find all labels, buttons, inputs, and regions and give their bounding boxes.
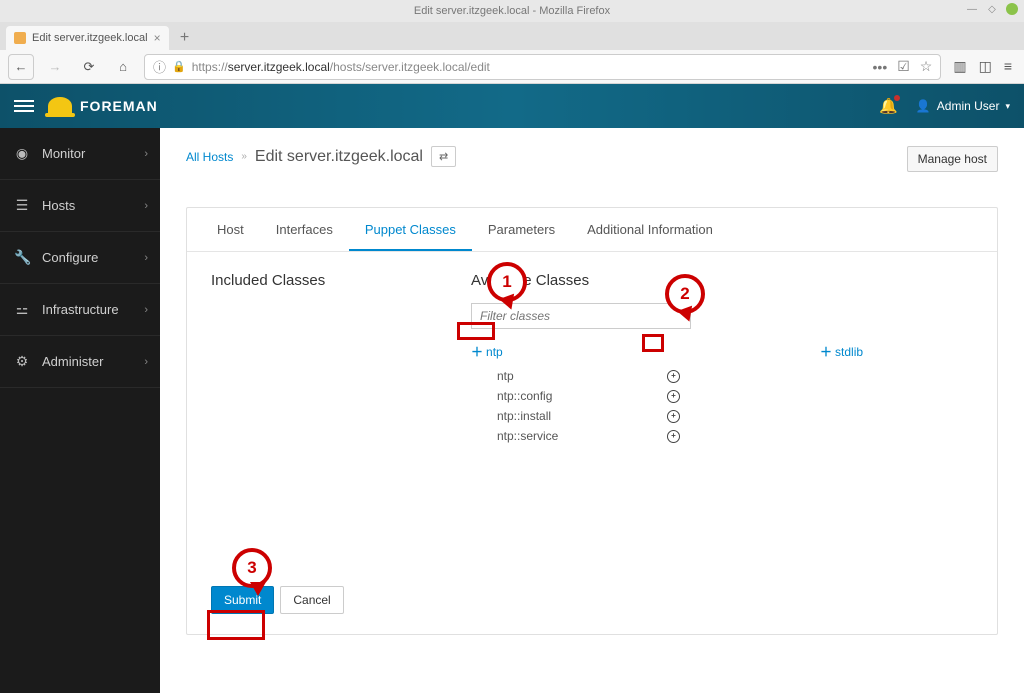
class-group-label: stdlib [835, 345, 863, 359]
subclass-label: ntp [497, 366, 567, 386]
sidebar-toggle-icon[interactable]: ◫ [979, 58, 992, 75]
subclass-label: ntp::config [497, 386, 567, 406]
class-group-ntp: ＋ ntp ntp + ntp::config + [471, 343, 680, 446]
user-menu[interactable]: 👤 Admin User ▾ [916, 99, 1010, 113]
breadcrumb: All Hosts » Edit server.itzgeek.local ⇄ [186, 146, 907, 167]
window-minimize-icon[interactable]: — [966, 3, 978, 15]
sidebar-item-configure[interactable]: 🔧 Configure › [0, 232, 160, 284]
breadcrumb-parent-link[interactable]: All Hosts [186, 150, 233, 164]
subclass-row: ntp::config + [497, 386, 680, 406]
plus-icon: ＋ [471, 343, 483, 360]
subclass-row: ntp + [497, 366, 680, 386]
sidebar-item-label: Hosts [42, 198, 75, 213]
gear-icon: ⚙ [14, 353, 30, 370]
add-class-button[interactable]: + [667, 410, 680, 423]
wrench-icon: 🔧 [14, 249, 30, 266]
tab-additional-info[interactable]: Additional Information [571, 208, 729, 251]
tab-puppet-classes[interactable]: Puppet Classes [349, 208, 472, 251]
plus-icon: ＋ [820, 343, 832, 360]
tabs: Host Interfaces Puppet Classes Parameter… [187, 208, 997, 252]
home-button[interactable]: ⌂ [110, 54, 136, 80]
expand-stdlib-link[interactable]: ＋ stdlib [820, 343, 863, 360]
brand-text: FOREMAN [80, 98, 158, 114]
tab-favicon-icon [14, 32, 26, 44]
tab-interfaces[interactable]: Interfaces [260, 208, 349, 251]
expand-ntp-link[interactable]: ＋ ntp [471, 343, 503, 360]
reload-button[interactable]: ⟳ [76, 54, 102, 80]
chevron-down-icon: ▾ [1005, 101, 1010, 112]
chevron-right-icon: › [144, 356, 148, 368]
tab-title: Edit server.itzgeek.local [32, 32, 148, 44]
manage-host-button[interactable]: Manage host [907, 146, 998, 172]
brand-logo[interactable]: FOREMAN [48, 97, 158, 115]
sidebar-item-label: Monitor [42, 146, 85, 161]
browser-tab[interactable]: Edit server.itzgeek.local × [6, 26, 169, 50]
window-maximize-icon[interactable]: ◇ [986, 3, 998, 15]
network-icon: ⚍ [14, 301, 30, 318]
chevron-right-icon: › [144, 252, 148, 264]
submit-button[interactable]: Submit [211, 586, 274, 614]
bookmark-icon[interactable]: ☆ [920, 58, 933, 75]
sidebar-item-label: Administer [42, 354, 103, 369]
subclass-row: ntp::service + [497, 426, 680, 446]
forward-button[interactable]: → [42, 54, 68, 80]
main-content: Manage host All Hosts » Edit server.itzg… [160, 128, 1024, 693]
add-class-button[interactable]: + [667, 370, 680, 383]
available-classes-column: Available Classes ＋ ntp ntp + [471, 272, 973, 542]
chevron-right-icon: › [144, 200, 148, 212]
notifications-icon[interactable]: 🔔 [879, 97, 898, 115]
add-class-button[interactable]: + [667, 430, 680, 443]
switch-breadcrumb-button[interactable]: ⇄ [431, 146, 456, 167]
back-button[interactable]: ← [8, 54, 34, 80]
sidebar-item-infrastructure[interactable]: ⚍ Infrastructure › [0, 284, 160, 336]
subclass-label: ntp::install [497, 406, 567, 426]
lock-icon: 🔒 [172, 60, 186, 73]
included-classes-column: Included Classes [211, 272, 411, 542]
filter-classes-input[interactable] [471, 303, 691, 329]
available-classes-heading: Available Classes [471, 272, 973, 289]
url-bar[interactable]: ⓘ 🔒 https://server.itzgeek.local/hosts/s… [144, 54, 941, 80]
nav-toggle-button[interactable] [14, 97, 34, 115]
url-text: https://server.itzgeek.local/hosts/serve… [192, 60, 490, 74]
dashboard-icon: ◉ [14, 145, 30, 162]
sidebar-item-label: Infrastructure [42, 302, 119, 317]
browser-tabstrip: Edit server.itzgeek.local × + [0, 22, 1024, 50]
chevron-right-icon: › [144, 148, 148, 160]
breadcrumb-separator: » [241, 151, 247, 162]
sidebar-item-hosts[interactable]: ☰ Hosts › [0, 180, 160, 232]
hardhat-icon [48, 97, 72, 115]
tab-parameters[interactable]: Parameters [472, 208, 571, 251]
sidebar-item-administer[interactable]: ⚙ Administer › [0, 336, 160, 388]
window-titlebar: Edit server.itzgeek.local - Mozilla Fire… [0, 0, 1024, 22]
page-title: Edit server.itzgeek.local [255, 148, 423, 166]
window-title: Edit server.itzgeek.local - Mozilla Fire… [414, 5, 610, 17]
page-actions-icon[interactable]: ••• [873, 59, 888, 75]
included-classes-heading: Included Classes [211, 272, 411, 289]
browser-toolbar: ← → ⟳ ⌂ ⓘ 🔒 https://server.itzgeek.local… [0, 50, 1024, 84]
user-icon: 👤 [916, 99, 931, 113]
sidebar: ◉ Monitor › ☰ Hosts › 🔧 Configure › ⚍ In… [0, 128, 160, 693]
subclass-row: ntp::install + [497, 406, 680, 426]
window-close-icon[interactable] [1006, 3, 1018, 15]
server-icon: ☰ [14, 197, 30, 214]
chevron-right-icon: › [144, 304, 148, 316]
browser-menu-icon[interactable]: ≡ [1004, 58, 1012, 75]
site-info-icon[interactable]: ⓘ [153, 57, 166, 76]
class-group-stdlib: ＋ stdlib [820, 343, 863, 446]
reader-icon[interactable]: ☑ [897, 58, 910, 75]
tab-close-icon[interactable]: × [154, 31, 161, 45]
class-group-label: ntp [486, 345, 503, 359]
user-label: Admin User [937, 99, 1000, 113]
cancel-button[interactable]: Cancel [280, 586, 343, 614]
new-tab-button[interactable]: + [173, 26, 197, 50]
host-edit-card: Host Interfaces Puppet Classes Parameter… [186, 207, 998, 635]
sidebar-item-label: Configure [42, 250, 98, 265]
add-class-button[interactable]: + [667, 390, 680, 403]
sidebar-item-monitor[interactable]: ◉ Monitor › [0, 128, 160, 180]
subclass-label: ntp::service [497, 426, 567, 446]
app-header: FOREMAN 🔔 👤 Admin User ▾ [0, 84, 1024, 128]
form-actions: Submit Cancel [187, 572, 997, 634]
library-icon[interactable]: ▥ [953, 58, 966, 75]
tab-host[interactable]: Host [201, 208, 260, 251]
